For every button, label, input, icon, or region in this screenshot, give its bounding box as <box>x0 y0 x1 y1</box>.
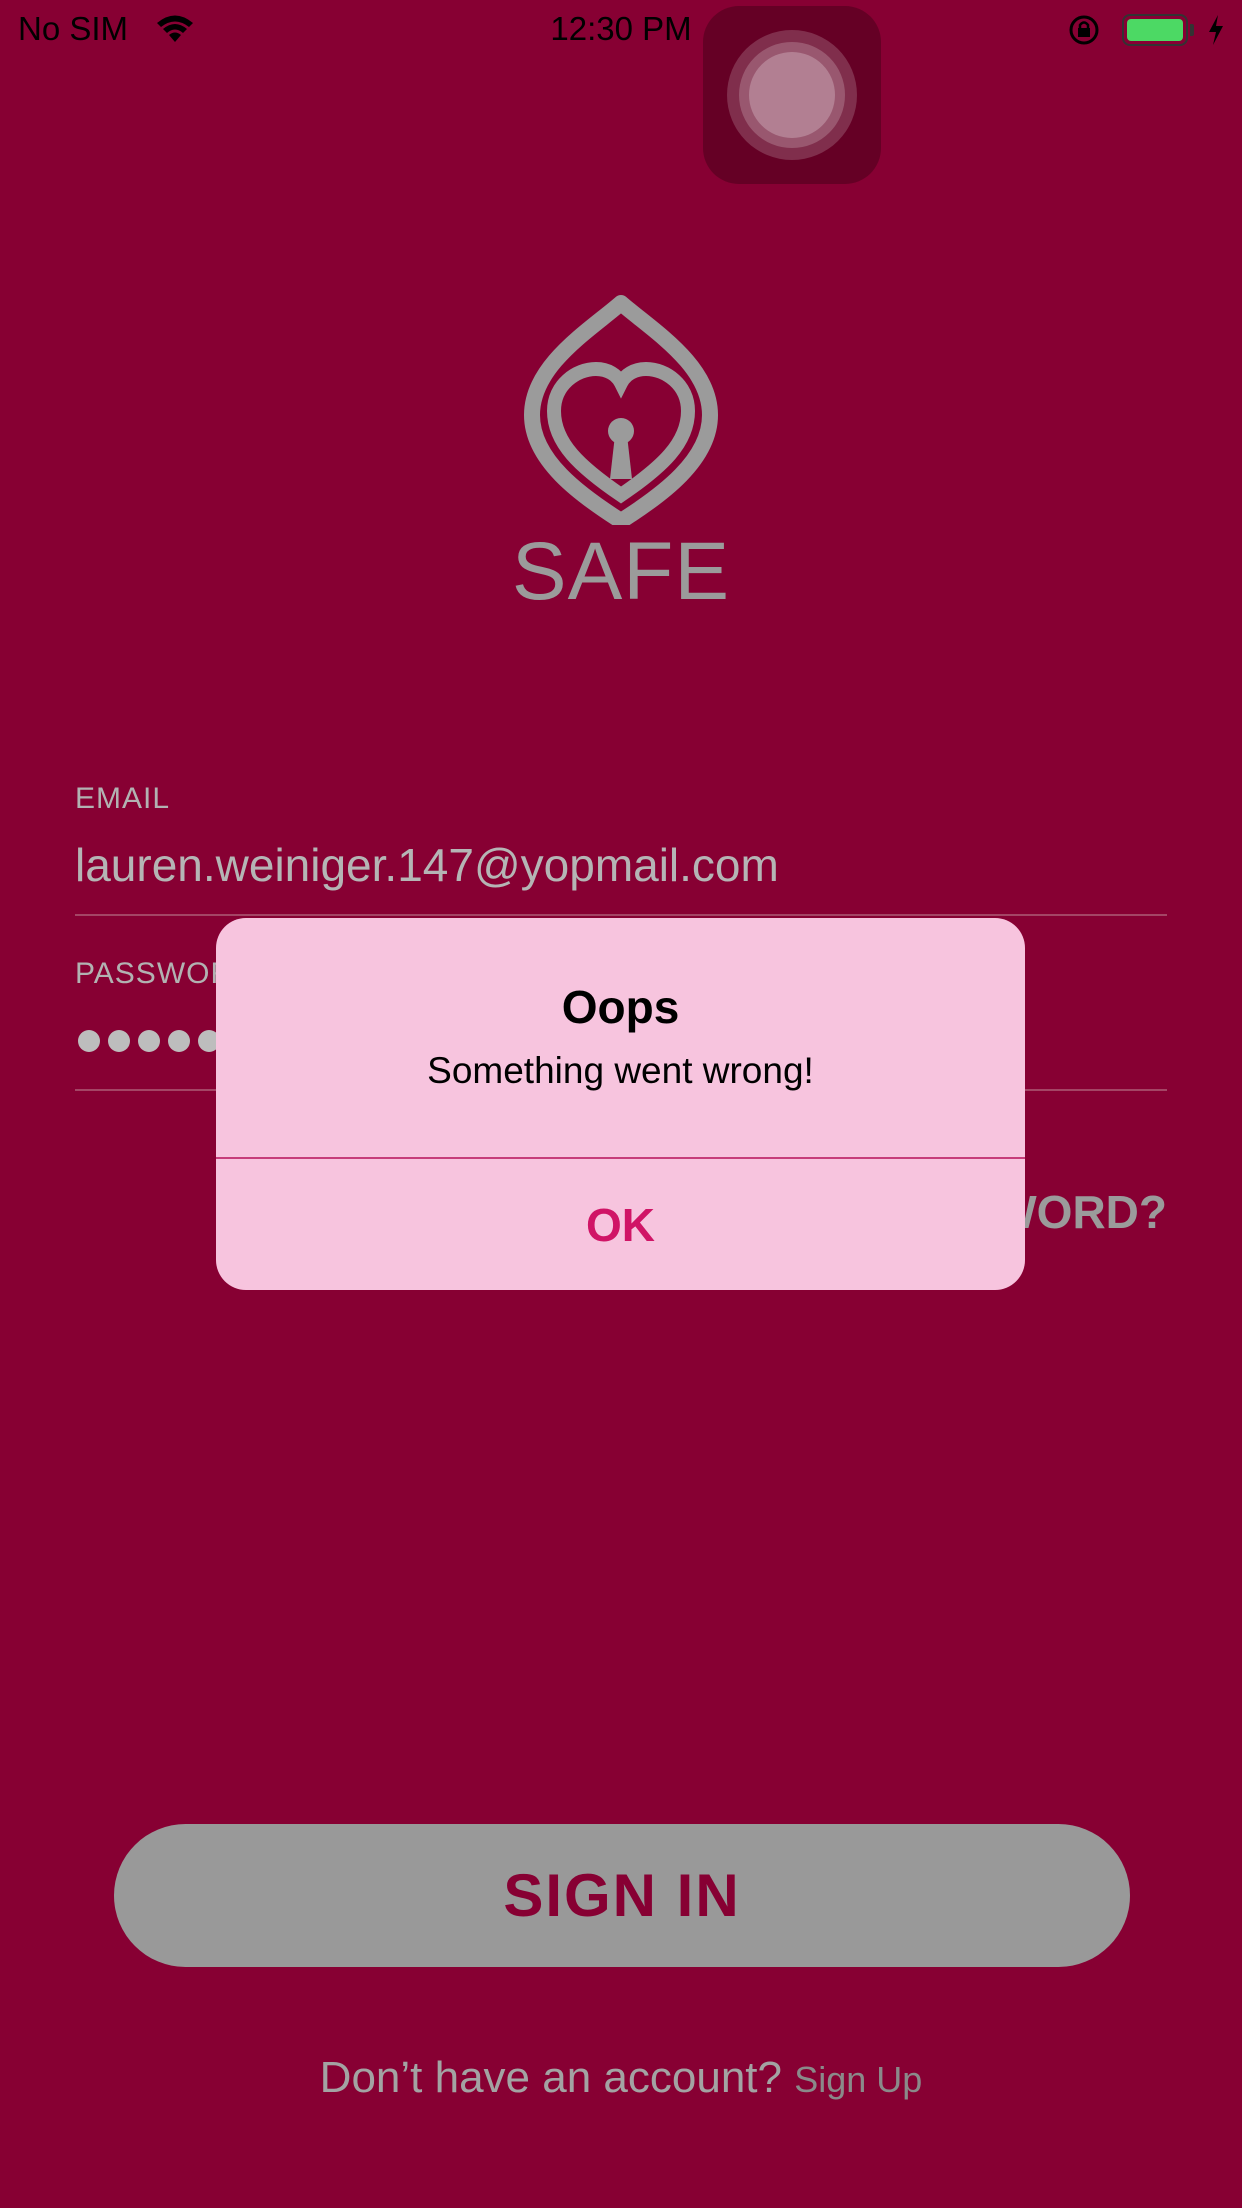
signup-row: Don’t have an account? Sign Up <box>0 2053 1242 2103</box>
password-field[interactable] <box>78 1030 220 1052</box>
battery-icon <box>1122 14 1188 46</box>
sign-up-link[interactable]: Sign Up <box>794 2059 922 2100</box>
signup-prompt: Don’t have an account? <box>319 2053 782 2102</box>
alert-ok-button[interactable]: OK <box>216 1159 1025 1290</box>
email-label: EMAIL <box>75 782 171 815</box>
alert-title: Oops <box>561 981 680 1033</box>
assistive-touch-button[interactable] <box>703 6 881 184</box>
app-logo-text: SAFE <box>511 526 731 617</box>
alert-message: Something went wrong! <box>427 1050 814 1091</box>
error-alert-dialog: Oops Something went wrong! OK <box>216 918 1025 1290</box>
email-field[interactable]: lauren.weiniger.147@yopmail.com <box>75 838 779 892</box>
status-bar: No SIM 12:30 PM <box>0 0 1242 60</box>
orientation-lock-icon <box>1067 14 1103 51</box>
battery-tip <box>1190 24 1194 36</box>
sign-in-button[interactable]: SIGN IN <box>114 1824 1130 1967</box>
email-underline <box>75 914 1167 916</box>
clock: 12:30 PM <box>550 10 692 47</box>
charging-bolt-icon <box>1207 14 1225 51</box>
heart-lock-logo-icon <box>520 295 722 530</box>
